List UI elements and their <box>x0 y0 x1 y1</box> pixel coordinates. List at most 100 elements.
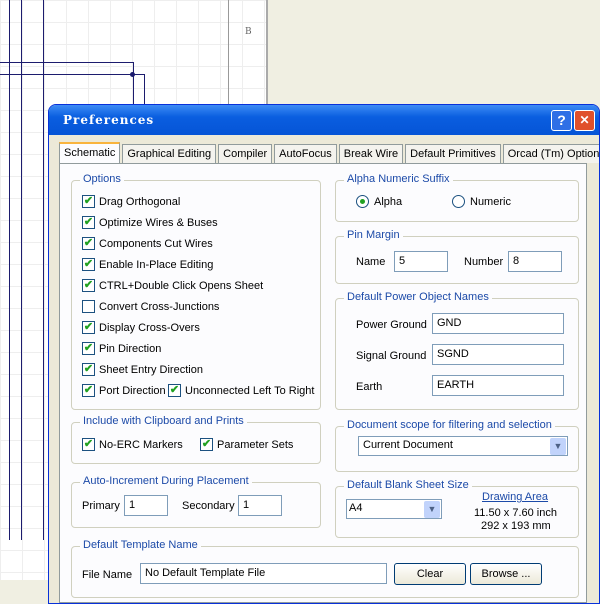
numeric-radio[interactable]: Numeric <box>452 195 511 208</box>
checkbox-check-icon: ✔ <box>82 258 95 271</box>
suffix-group: Alpha Numeric Suffix Alpha Numeric <box>335 173 579 222</box>
option-checkbox[interactable]: Convert Cross-Junctions <box>82 300 219 313</box>
pin-number-input[interactable]: 8 <box>508 251 562 272</box>
options-title: Options <box>80 173 124 185</box>
sheet-size-title: Default Blank Sheet Size <box>344 479 472 491</box>
chevron-down-icon: ▼ <box>424 501 440 518</box>
pin-name-input[interactable]: 5 <box>394 251 448 272</box>
primary-input[interactable]: 1 <box>124 495 168 516</box>
pin-number-label: Number <box>464 256 504 268</box>
wire <box>21 0 22 540</box>
option-label: Enable In-Place Editing <box>99 258 214 271</box>
close-button[interactable]: ✕ <box>574 110 595 131</box>
sheet-size-group: Default Blank Sheet Size A4 ▼ Drawing Are… <box>335 479 579 538</box>
earth-input[interactable]: EARTH <box>432 375 564 396</box>
power-ground-input[interactable]: GND <box>432 313 564 334</box>
option-label: Port Direction <box>99 384 166 397</box>
tab-graphical-editing[interactable]: Graphical Editing <box>122 144 217 163</box>
option-checkbox[interactable]: ✔ Unconnected Left To Right <box>168 384 314 397</box>
option-label: Drag Orthogonal <box>99 195 181 208</box>
alpha-radio[interactable]: Alpha <box>356 195 402 208</box>
option-checkbox[interactable]: ✔ Sheet Entry Direction <box>82 363 203 376</box>
parameter-sets-checkbox[interactable]: ✔ Parameter Sets <box>200 438 293 451</box>
help-button[interactable]: ? <box>551 110 572 131</box>
option-checkbox[interactable]: ✔ Components Cut Wires <box>82 237 213 250</box>
primary-label: Primary <box>82 500 120 512</box>
pin-margin-group: Pin Margin Name 5 Number 8 <box>335 229 579 284</box>
checkbox-check-icon: ✔ <box>82 216 95 229</box>
drawing-area-link[interactable]: Drawing Area <box>482 491 548 503</box>
preferences-dialog: Preferences ? ✕ Schematic Graphical Edit… <box>48 104 600 604</box>
scope-title: Document scope for filtering and selecti… <box>344 419 555 431</box>
checkbox-check-icon: ✔ <box>82 237 95 250</box>
dialog-title-bar[interactable]: Preferences <box>49 105 599 135</box>
tab-schematic[interactable]: Schematic <box>59 142 121 163</box>
wire <box>0 74 144 75</box>
parameter-sets-label: Parameter Sets <box>217 438 294 451</box>
pin-name-label: Name <box>356 256 386 268</box>
junction-dot <box>130 72 135 77</box>
wire <box>144 74 145 107</box>
power-ground-label: Power Ground <box>356 319 427 331</box>
secondary-input[interactable]: 1 <box>238 495 282 516</box>
option-label: Convert Cross-Junctions <box>99 300 220 313</box>
wire <box>133 62 134 107</box>
option-label: Unconnected Left To Right <box>185 384 315 397</box>
tab-orcad-options[interactable]: Orcad (Tm) Options <box>502 144 599 163</box>
tab-autofocus[interactable]: AutoFocus <box>274 144 337 163</box>
numeric-label: Numeric <box>470 195 511 208</box>
pin-margin-title: Pin Margin <box>344 229 403 241</box>
tab-bar: Schematic Graphical Editing Compiler Aut… <box>59 142 599 163</box>
option-checkbox[interactable]: ✔ Port Direction <box>82 384 166 397</box>
signal-ground-input[interactable]: SGND <box>432 344 564 365</box>
option-checkbox[interactable]: ✔ Display Cross-Overs <box>82 321 200 334</box>
drawing-area-mm: 292 x 193 mm <box>481 520 551 532</box>
checkbox-check-icon: ✔ <box>168 384 181 397</box>
checkbox-check-icon: ✔ <box>200 438 213 451</box>
option-checkbox[interactable]: ✔ CTRL+Double Click Opens Sheet <box>82 279 263 292</box>
wire <box>43 0 44 540</box>
template-title: Default Template Name <box>80 539 201 551</box>
drawing-area-inch: 11.50 x 7.60 inch <box>474 507 557 519</box>
option-checkbox[interactable]: ✔ Drag Orthogonal <box>82 195 180 208</box>
no-erc-label: No-ERC Markers <box>99 438 183 451</box>
earth-label: Earth <box>356 381 383 393</box>
option-label: Pin Direction <box>99 342 162 355</box>
clear-button[interactable]: Clear <box>394 563 466 585</box>
template-group: Default Template Name File Name No Defau… <box>71 539 579 598</box>
dialog-title: Preferences <box>63 113 155 127</box>
auto-increment-title: Auto-Increment During Placement <box>80 475 252 487</box>
checkbox-check-icon: ✔ <box>82 438 95 451</box>
option-checkbox[interactable]: ✔ Optimize Wires & Buses <box>82 216 218 229</box>
checkbox-check-icon <box>82 300 95 313</box>
radio-icon <box>452 195 465 208</box>
secondary-label: Secondary <box>182 500 235 512</box>
wire <box>9 0 10 540</box>
option-label: Components Cut Wires <box>99 237 213 250</box>
options-group: Options ✔ Drag Orthogonal ✔ Optimize Wires … <box>71 173 321 410</box>
tab-compiler[interactable]: Compiler <box>218 144 273 163</box>
alpha-label: Alpha <box>374 195 403 208</box>
checkbox-check-icon: ✔ <box>82 195 95 208</box>
file-name-input[interactable]: No Default Template File <box>140 563 387 584</box>
file-name-label: File Name <box>82 569 133 581</box>
sheet-size-select[interactable]: A4 ▼ <box>346 499 442 519</box>
signal-ground-label: Signal Ground <box>356 350 427 362</box>
browse-button[interactable]: Browse ... <box>470 563 542 585</box>
radio-selected-icon <box>356 195 369 208</box>
option-checkbox[interactable]: ✔ Pin Direction <box>82 342 161 355</box>
scope-group: Document scope for filtering and selecti… <box>335 419 579 472</box>
checkbox-check-icon: ✔ <box>82 342 95 355</box>
sheet-size-value: A4 <box>349 502 363 514</box>
tab-break-wire[interactable]: Break Wire <box>338 144 404 163</box>
suffix-title: Alpha Numeric Suffix <box>344 173 453 185</box>
auto-increment-group: Auto-Increment During Placement Primary … <box>71 475 321 528</box>
no-erc-checkbox[interactable]: ✔ No-ERC Markers <box>82 438 183 451</box>
option-label: CTRL+Double Click Opens Sheet <box>99 279 264 292</box>
checkbox-check-icon: ✔ <box>82 279 95 292</box>
option-checkbox[interactable]: ✔ Enable In-Place Editing <box>82 258 213 271</box>
clipboard-title: Include with Clipboard and Prints <box>80 415 247 427</box>
scope-select[interactable]: Current Document ▼ <box>358 436 568 456</box>
checkbox-check-icon: ✔ <box>82 321 95 334</box>
tab-default-primitives[interactable]: Default Primitives <box>405 144 501 163</box>
